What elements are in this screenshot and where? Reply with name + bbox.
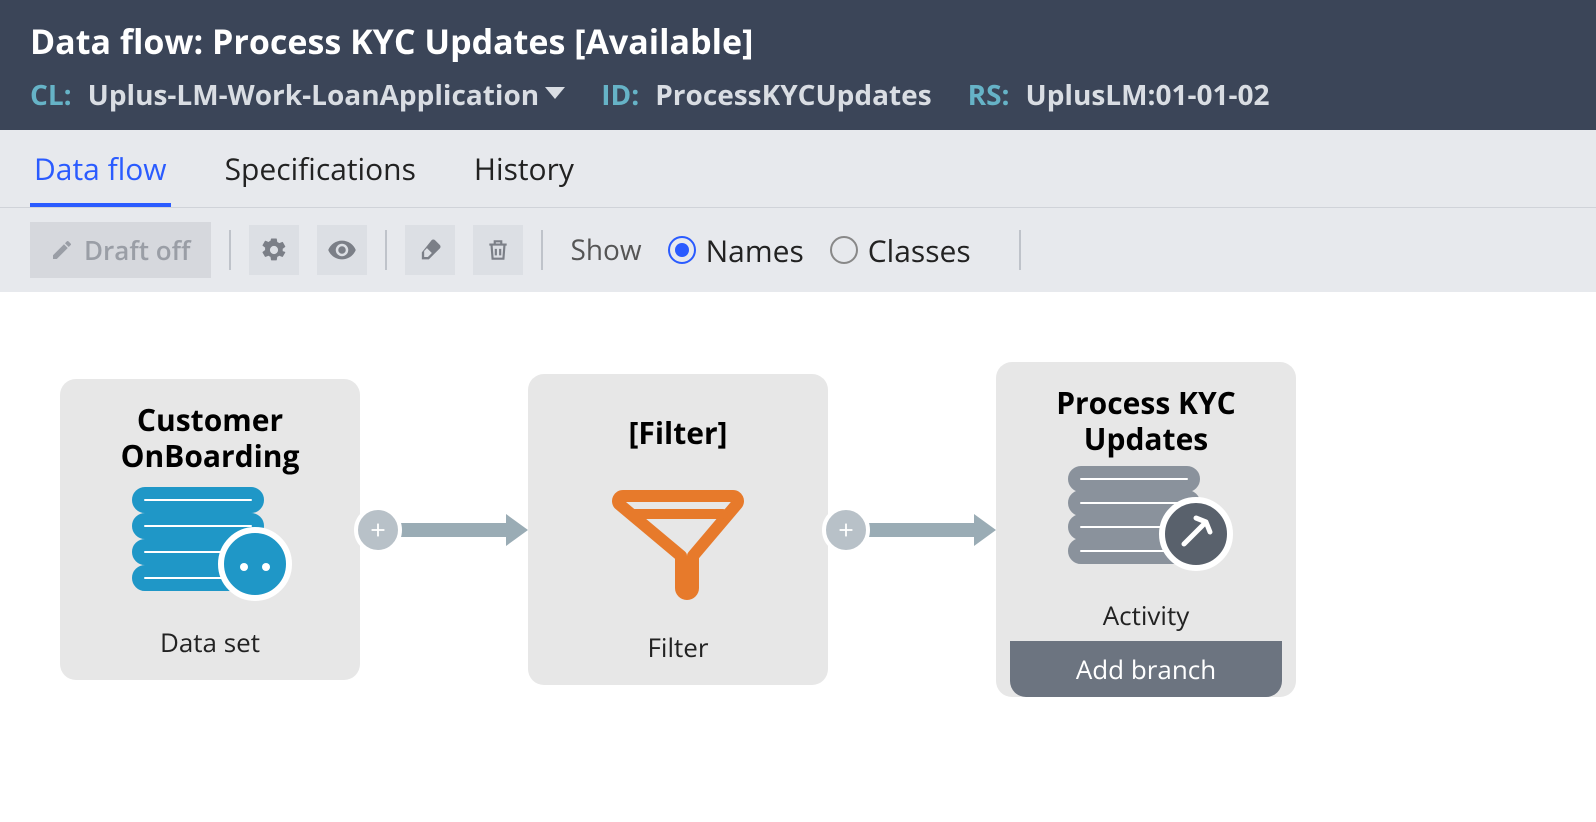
delete-button[interactable] (473, 225, 523, 275)
plus-icon (367, 519, 389, 541)
divider (385, 230, 387, 270)
rule-meta: CL: Uplus-LM-Work-LoanApplication ID: Pr… (30, 76, 1566, 114)
settings-button[interactable] (249, 225, 299, 275)
divider (541, 230, 543, 270)
node-subtitle: Filter (647, 619, 708, 685)
filter-icon (603, 476, 753, 611)
arrow-head-icon (506, 514, 528, 546)
rule-header: Data flow: Process KYC Updates [Availabl… (0, 0, 1596, 130)
radio-icon (830, 236, 858, 264)
tab-history[interactable]: History (470, 130, 578, 207)
activity-icon (1056, 464, 1236, 579)
divider (229, 230, 231, 270)
arrow-head-icon (974, 514, 996, 546)
node-subtitle: Data set (160, 614, 260, 680)
preview-button[interactable] (317, 225, 367, 275)
draft-label: Draft off (84, 232, 191, 268)
node-activity[interactable]: Process KYC Updates Activity Add branch (996, 362, 1296, 697)
rs-label: RS: (968, 76, 1010, 114)
id-label: ID: (601, 76, 639, 114)
chevron-down-icon (545, 87, 565, 99)
connector (828, 506, 996, 554)
plus-icon (835, 519, 857, 541)
pen-icon (50, 238, 74, 262)
radio-classes-option[interactable]: Classes (830, 230, 971, 271)
trash-icon (485, 236, 511, 264)
node-title: Process KYC Updates (1010, 384, 1282, 458)
erase-button[interactable] (405, 225, 455, 275)
add-branch-button[interactable]: Add branch (1010, 641, 1282, 697)
radio-icon (668, 236, 696, 264)
divider (1019, 230, 1021, 270)
node-title: [Filter] (628, 396, 727, 470)
eraser-icon (416, 236, 444, 264)
gear-icon (260, 236, 288, 264)
arrow-line (864, 523, 974, 537)
arrow-line (396, 523, 506, 537)
tab-specifications[interactable]: Specifications (221, 130, 420, 207)
cl-label: CL: (30, 76, 72, 114)
tab-bar: Data flow Specifications History (0, 130, 1596, 208)
radio-names-label: Names (706, 230, 804, 271)
node-data-set[interactable]: Customer OnBoarding Data set (60, 379, 360, 680)
node-filter[interactable]: [Filter] Filter (528, 374, 828, 685)
toolbar: Draft off Show Names Classes (0, 208, 1596, 292)
node-title: Customer OnBoarding (74, 401, 346, 475)
draft-toggle-button: Draft off (30, 222, 211, 278)
connector (360, 506, 528, 554)
show-label: Show (571, 231, 642, 269)
class-selector[interactable]: Uplus-LM-Work-LoanApplication (88, 76, 566, 114)
page-title: Data flow: Process KYC Updates [Availabl… (30, 18, 1566, 64)
id-value: ProcessKYCUpdates (655, 76, 931, 114)
radio-classes-label: Classes (868, 230, 971, 271)
data-set-icon (120, 481, 300, 606)
eye-icon (327, 235, 357, 265)
node-subtitle: Activity (1103, 587, 1190, 641)
add-shape-button[interactable] (354, 506, 402, 554)
add-shape-button[interactable] (822, 506, 870, 554)
rs-value: UplusLM:01-01-02 (1026, 76, 1270, 114)
radio-names-option[interactable]: Names (668, 230, 804, 271)
cl-value: Uplus-LM-Work-LoanApplication (88, 76, 540, 114)
flow-canvas[interactable]: Customer OnBoarding Data set [Fi (0, 292, 1596, 767)
tab-data-flow[interactable]: Data flow (30, 130, 171, 207)
